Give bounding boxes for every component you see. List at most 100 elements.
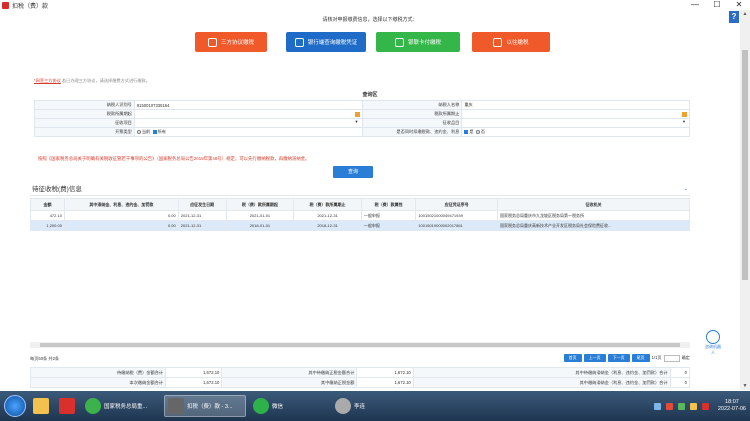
window-titlebar: 扣税（费）款 — ☐ ✕ xyxy=(0,0,750,10)
table-cell: 2021-01-01 xyxy=(225,210,295,221)
table-cell: 一般申报 xyxy=(360,210,417,221)
ticket-all-checkbox[interactable] xyxy=(152,129,157,134)
calendar-icon[interactable] xyxy=(354,112,360,117)
sign-agreement-link[interactable]: *网签三方协议 xyxy=(34,78,61,83)
table-cell: 472.10 xyxy=(30,210,65,221)
query-button[interactable]: 查询 xyxy=(333,166,373,178)
overdue-yes-checkbox[interactable] xyxy=(464,129,469,134)
table-cell: 1,200.00 xyxy=(30,220,65,231)
col-header[interactable]: 应征发生日期 xyxy=(177,198,227,211)
table-cell: 国家税务总局重庆高新技术产业开发区税务局社会保险费征收... xyxy=(496,220,691,231)
chevron-down-icon[interactable]: ▼ xyxy=(355,119,359,124)
notification-icon[interactable] xyxy=(701,402,709,410)
layers-icon xyxy=(207,37,217,47)
query-section-title: 查询区 xyxy=(362,92,378,98)
assistant-robot-button[interactable]: 咨询机器人 xyxy=(704,330,722,364)
agreement-note: *网签三方协议 若已办理三方协议，请选择缴费方式进行缴款。 xyxy=(34,78,150,84)
subitem-select[interactable]: ▼ xyxy=(461,118,690,128)
col-header[interactable]: 其中滞纳金、利息、违约金、加罚款 xyxy=(63,198,179,211)
volume-icon[interactable] xyxy=(689,402,697,410)
minimize-button[interactable]: — xyxy=(684,0,706,10)
overdue-no-radio[interactable] xyxy=(475,129,480,134)
grid-title: 待征收税(费)信息 ⌄ xyxy=(30,183,690,196)
maximize-button[interactable]: ☐ xyxy=(706,0,728,10)
start-button[interactable] xyxy=(4,395,26,417)
first-page-button[interactable]: 首页 xyxy=(563,354,582,362)
taskbar-item-wechat[interactable]: 微信 xyxy=(250,395,328,417)
three-party-pay-label: 三方协议缴税 xyxy=(220,40,254,46)
previous-pay-button[interactable]: 以往缴税 xyxy=(472,32,550,52)
keyboard-icon[interactable] xyxy=(653,402,661,410)
horizontal-scrollbar[interactable] xyxy=(30,342,690,348)
table-row[interactable]: 1,200.00 0.00 2021-12-31 2018-01-01 2018… xyxy=(30,220,691,231)
col-header[interactable]: 金额 xyxy=(30,198,65,211)
policy-tip: 按照《国家税务总局关于明确有关税收征管若干事项的公告》（国家税务总局公告2019… xyxy=(38,156,310,161)
table-header-row: 金额 其中滞纳金、利息、违约金、加罚款 应征发生日期 税（费）款所属期起 税（费… xyxy=(30,198,691,211)
close-button[interactable]: ✕ xyxy=(728,0,750,10)
three-party-pay-button[interactable]: 三方协议缴税 xyxy=(195,32,267,52)
period-end-field[interactable] xyxy=(461,109,690,119)
bank-voucher-pay-label: 银行端查询缴税凭证 xyxy=(307,40,358,46)
unionpay-card-pay-button[interactable]: 银联卡付缴税 xyxy=(376,32,460,52)
calendar-icon[interactable] xyxy=(682,112,687,117)
scroll-down-arrow-icon[interactable]: ▼ xyxy=(740,382,750,390)
col-header[interactable]: 税（费）款所属期止 xyxy=(293,198,362,211)
col-header[interactable]: 征收机关 xyxy=(496,198,691,211)
wechat-icon xyxy=(253,398,269,414)
taskbar-item-label: 国家税务总局重... xyxy=(104,404,148,410)
period-start-field[interactable] xyxy=(133,109,363,119)
bank-voucher-pay-button[interactable]: 银行端查询缴税凭证 xyxy=(286,32,366,52)
totals-label: 其中待缴纳滞纳金（利息、违约金、加罚款）合计 xyxy=(412,367,671,378)
table-cell: 2018-01-01 xyxy=(225,220,295,231)
totals-label: 待缴纳税（费）金额合计 xyxy=(29,367,167,378)
scrollbar-thumb[interactable] xyxy=(40,343,680,347)
app-icon xyxy=(2,1,9,9)
table-cell: 10015021000049471939 xyxy=(415,210,498,221)
taskbar-item-label: 李连 xyxy=(354,404,366,410)
last-page-button[interactable]: 尾页 xyxy=(631,354,650,362)
clock-date: 2022-07-06 xyxy=(717,406,746,412)
col-header[interactable]: 税（费）款属性 xyxy=(360,198,417,211)
totals-table: 待缴纳税（费）金额合计 1,672.10 其中待缴纳正税金额合计 1,672.1… xyxy=(29,367,691,388)
table-cell: 0.00 xyxy=(63,210,179,221)
taskbar-item-chat[interactable]: 李连 xyxy=(332,395,392,417)
chevron-down-icon[interactable]: ⌄ xyxy=(684,183,688,196)
browser-icon xyxy=(85,398,101,414)
grid-title-text: 待征收税(费)信息 xyxy=(32,186,82,193)
previous-pay-label: 以往缴税 xyxy=(506,40,529,46)
system-tray: 18:07 2022-07-06 xyxy=(653,391,746,421)
overdue-options: 是 否 xyxy=(461,127,690,137)
table-row[interactable]: 472.10 0.00 2021-12-31 2021-01-01 2021-1… xyxy=(30,210,691,221)
table-cell: 国家税务总局重庆市九龙坡区税务局第一税务所 xyxy=(496,210,691,221)
app-icon xyxy=(168,398,184,414)
taskbar-item-wps[interactable] xyxy=(56,395,78,417)
scroll-up-arrow-icon[interactable]: ▲ xyxy=(740,10,750,18)
pending-tax-table: 金额 其中滞纳金、利息、违约金、加罚款 应征发生日期 税（费）款所属期起 税（费… xyxy=(30,198,691,231)
taxpayer-name-value: 重庆 xyxy=(461,100,690,110)
vertical-scrollbar[interactable]: ▲ ▼ xyxy=(740,10,750,390)
window-controls: — ☐ ✕ xyxy=(684,0,750,10)
security-icon[interactable] xyxy=(665,402,673,410)
item-select[interactable]: ▼ xyxy=(133,118,363,128)
table-cell: 2021-12-31 xyxy=(293,210,362,221)
taskbar-item-browser[interactable]: 国家税务总局重... xyxy=(82,395,160,417)
taskbar-item-explorer[interactable] xyxy=(30,395,52,417)
window-title: 扣税（费）款 xyxy=(12,3,49,10)
taskbar-item-tax-app[interactable]: 扣税（费）款 - 3... xyxy=(164,395,246,417)
page-jump-input[interactable] xyxy=(663,354,680,362)
totals-label: 其中待缴纳正税金额合计 xyxy=(221,367,358,378)
card-icon xyxy=(394,37,404,47)
ticket-current-radio[interactable] xyxy=(136,129,141,134)
payment-prompt: 请核对申报缴费信息，选择以下缴税方式： xyxy=(322,17,418,23)
network-icon[interactable] xyxy=(677,402,685,410)
taxpayer-id-value: 91500107335164 xyxy=(133,100,363,110)
page-jump-button[interactable]: 确定 xyxy=(682,355,690,361)
system-clock[interactable]: 18:07 2022-07-06 xyxy=(718,399,746,413)
col-header[interactable]: 税（费）款所属期起 xyxy=(225,198,295,211)
next-page-button[interactable]: 下一页 xyxy=(607,354,630,362)
overdue-label: 是否同时扣缴税款、违约金、利息 xyxy=(361,127,463,137)
scrollbar-thumb[interactable] xyxy=(742,50,748,280)
chevron-down-icon[interactable]: ▼ xyxy=(682,119,686,124)
col-header[interactable]: 应征凭证序号 xyxy=(415,198,498,211)
prev-page-button[interactable]: 上一页 xyxy=(583,354,606,362)
